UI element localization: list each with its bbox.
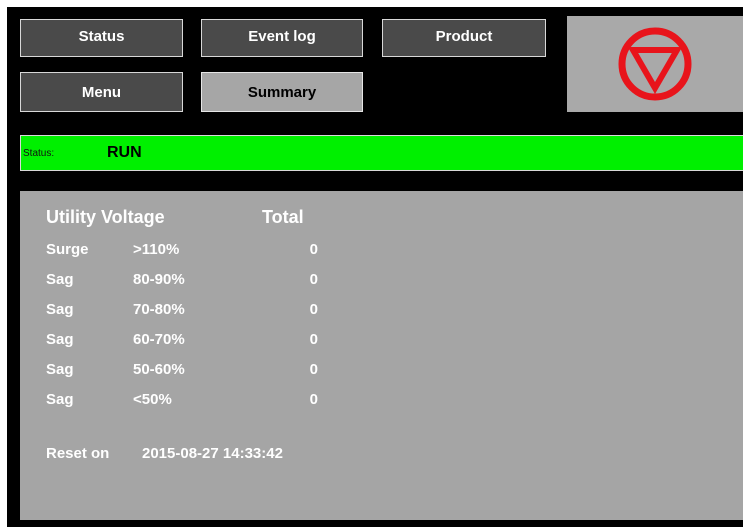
row-type: Sag	[46, 271, 74, 288]
stop-triangle-icon	[618, 27, 692, 101]
summary-title: Utility Voltage	[46, 207, 165, 227]
reset-timestamp: 2015-08-27 14:33:42	[142, 445, 283, 462]
row-type: Surge	[46, 241, 89, 258]
event-log-button[interactable]: Event log	[201, 19, 363, 57]
row-range: >110%	[133, 241, 180, 258]
status-bar: Status: RUN	[20, 135, 743, 171]
status-label: Status:	[23, 148, 55, 159]
summary-panel: Utility Voltage Total Surge >110% 0 Sag …	[20, 191, 743, 520]
row-total: 0	[309, 361, 318, 378]
row-range: 50-60%	[133, 361, 185, 378]
status-button[interactable]: Status	[20, 19, 183, 57]
row-range: 80-90%	[133, 271, 185, 288]
row-type: Sag	[46, 391, 74, 408]
row-type: Sag	[46, 361, 74, 378]
status-value: RUN	[107, 144, 142, 161]
menu-button[interactable]: Menu	[20, 72, 183, 112]
row-total: 0	[309, 331, 318, 348]
alarm-stop-button[interactable]	[567, 16, 743, 112]
row-type: Sag	[46, 331, 74, 348]
reset-label: Reset on	[46, 445, 110, 462]
row-total: 0	[309, 241, 318, 258]
row-range: 60-70%	[133, 331, 185, 348]
summary-button[interactable]: Summary	[201, 72, 363, 112]
row-range: <50%	[133, 391, 172, 408]
row-range: 70-80%	[133, 301, 185, 318]
row-type: Sag	[46, 301, 74, 318]
row-total: 0	[309, 271, 318, 288]
row-total: 0	[309, 301, 318, 318]
product-button[interactable]: Product	[382, 19, 546, 57]
total-header: Total	[262, 207, 304, 227]
row-total: 0	[309, 391, 318, 408]
